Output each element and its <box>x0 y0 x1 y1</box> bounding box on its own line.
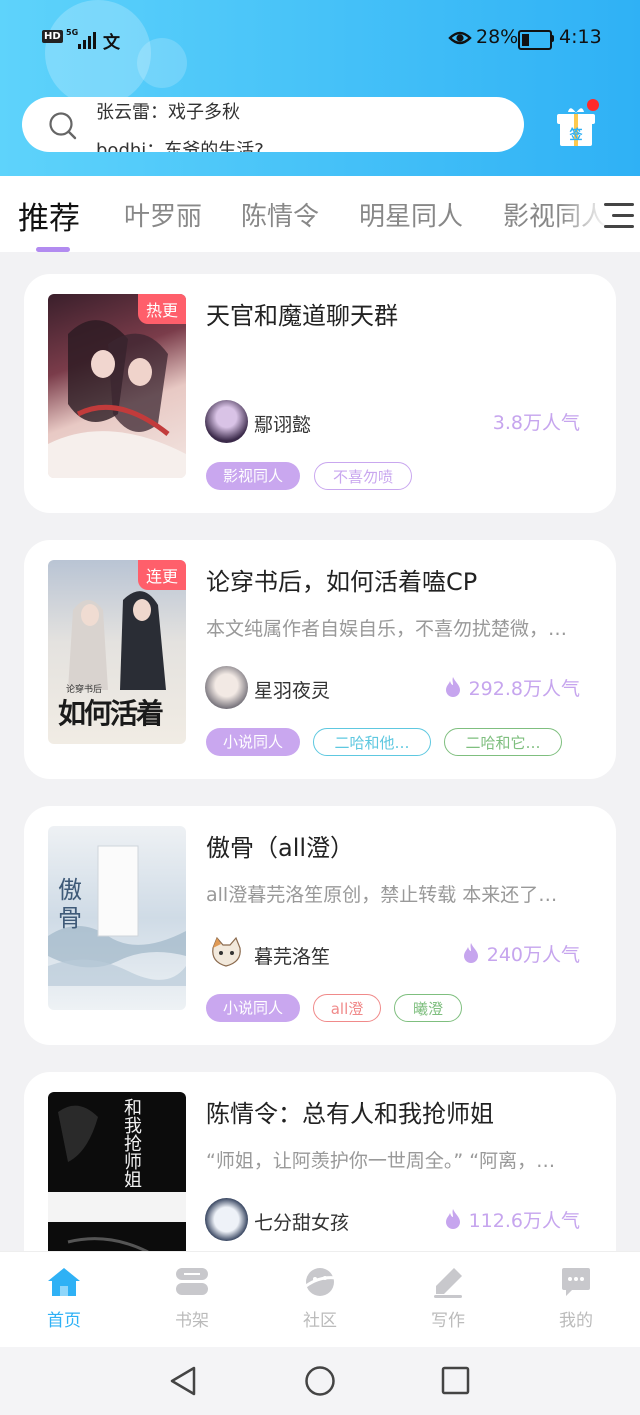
network-type: 5G <box>66 28 79 37</box>
popularity: 240万人气 <box>463 940 580 967</box>
book-title[interactable]: 天官和魔道聊天群 <box>206 296 398 331</box>
bottom-nav: 首页 书架 社区 写作 我的 <box>0 1251 640 1348</box>
tag[interactable]: 二哈和它… <box>444 728 562 756</box>
community-icon <box>305 1268 337 1296</box>
book-description: 本文纯属作者自娱自乐，不喜勿扰楚微，… <box>206 618 568 640</box>
author-avatar[interactable] <box>205 932 248 975</box>
bookshelf-icon <box>176 1268 208 1295</box>
tab-celebrity-fanfic[interactable]: 明星同人 <box>359 196 463 233</box>
book-card[interactable]: 和我抢师姐 陈情令：总有人和我抢师姐 “师姐，让阿羡护你一世周全。” “阿离，…… <box>24 1072 616 1251</box>
cat-avatar-icon <box>212 936 241 967</box>
search-icon <box>49 112 77 140</box>
author-name[interactable]: 七分甜女孩 <box>254 1208 349 1235</box>
book-cover[interactable]: 和我抢师姐 <box>48 1092 186 1251</box>
book-description: “师姐，让阿羡护你一世周全。” “阿离，… <box>206 1150 556 1172</box>
update-badge: 热更 <box>137 294 186 324</box>
popularity: 292.8万人气 <box>445 674 580 701</box>
eye-comfort-icon <box>448 31 472 45</box>
tag[interactable]: all澄 <box>313 994 381 1022</box>
battery-cap <box>551 35 554 42</box>
popularity: 3.8万人气 <box>493 408 580 435</box>
author-avatar[interactable] <box>205 666 248 709</box>
search-bar[interactable]: 张云雷：戏子多秋 bodhi：东爷的生活? <box>22 97 524 152</box>
nav-profile[interactable]: 我的 <box>536 1266 616 1331</box>
system-nav-bar <box>0 1347 640 1415</box>
battery-percent: 28% <box>476 26 519 48</box>
book-title[interactable]: 陈情令：总有人和我抢师姐 <box>206 1094 494 1129</box>
nav-label: 我的 <box>559 1311 593 1331</box>
clock: 4:13 <box>559 26 602 48</box>
battery-icon <box>518 30 552 50</box>
home-icon <box>48 1268 80 1296</box>
recents-icon[interactable] <box>441 1366 471 1396</box>
popularity-value: 240万人气 <box>486 944 580 966</box>
app-header: HD 5G 文 28% 4:13 张云雷：戏子多秋 bodhi：东爷的生活? 签 <box>0 0 640 176</box>
book-cover[interactable]: 傲骨 <box>48 826 186 1010</box>
tag[interactable]: 二哈和他… <box>313 728 431 756</box>
write-icon <box>434 1268 462 1298</box>
book-description: all澄暮芫洛笙原创，禁止转载 本来还了… <box>206 884 558 906</box>
author-name[interactable]: 鄢诩懿 <box>254 410 311 437</box>
search-hint-next: bodhi：东爷的生活? <box>96 140 264 152</box>
profile-icon <box>562 1268 590 1296</box>
nav-label: 写作 <box>431 1311 465 1331</box>
nav-label: 社区 <box>303 1311 337 1331</box>
cover-title-art: 如何活着 <box>58 697 164 730</box>
popularity: 112.6万人气 <box>445 1206 580 1233</box>
nav-community[interactable]: 社区 <box>280 1266 360 1331</box>
nav-label: 书架 <box>175 1311 209 1331</box>
cover-title-art: 傲骨 <box>58 876 82 932</box>
author-avatar[interactable] <box>205 400 248 443</box>
category-tabs: 推荐 叶罗丽 陈情令 明星同人 影视同人 <box>0 176 640 252</box>
book-card[interactable]: 论穿书后 如何活着 连更 论穿书后，如何活着嗑CP 本文纯属作者自娱自乐，不喜勿… <box>24 540 616 779</box>
back-icon[interactable] <box>168 1365 198 1397</box>
tag[interactable]: 不喜勿喷 <box>314 462 412 490</box>
cover-illustration <box>48 1105 186 1251</box>
author-name[interactable]: 暮芫洛笙 <box>254 942 330 969</box>
tag[interactable]: 曦澄 <box>394 994 462 1022</box>
home-circle-icon[interactable] <box>304 1365 336 1397</box>
book-card[interactable]: 热更 天官和魔道聊天群 鄢诩懿 3.8万人气 影视同人 不喜勿喷 <box>24 274 616 513</box>
tabs-menu-icon[interactable] <box>604 203 634 236</box>
book-title[interactable]: 论穿书后，如何活着嗑CP <box>206 562 477 597</box>
popularity-value: 3.8万人气 <box>492 412 580 434</box>
tag[interactable]: 小说同人 <box>206 994 300 1022</box>
search-hint-ticker: 张云雷：戏子多秋 bodhi：东爷的生活? <box>96 97 264 152</box>
nav-write[interactable]: 写作 <box>408 1266 488 1331</box>
popularity-value: 292.8万人气 <box>468 678 580 700</box>
book-cover[interactable]: 论穿书后 如何活着 连更 <box>48 560 186 744</box>
hd-badge: HD <box>42 30 63 43</box>
book-title[interactable]: 傲骨（all澄） <box>206 828 354 863</box>
tab-yeluoli[interactable]: 叶罗丽 <box>124 196 202 233</box>
flame-icon <box>445 1209 460 1229</box>
author-avatar[interactable] <box>205 1198 248 1241</box>
tab-recommend[interactable]: 推荐 <box>18 193 80 238</box>
author-name[interactable]: 星羽夜灵 <box>254 676 330 703</box>
flame-icon <box>463 943 478 963</box>
book-cover[interactable]: 热更 <box>48 294 186 478</box>
book-feed: 热更 天官和魔道聊天群 鄢诩懿 3.8万人气 影视同人 不喜勿喷 论穿书后 如何… <box>0 252 640 1251</box>
popularity-value: 112.6万人气 <box>468 1210 580 1232</box>
checkin-label: 签 <box>569 128 583 143</box>
tag[interactable]: 小说同人 <box>206 728 300 756</box>
wifi-icon: 文 <box>103 33 120 53</box>
search-hint-current: 张云雷：戏子多秋 <box>96 102 240 123</box>
nav-home[interactable]: 首页 <box>24 1266 104 1331</box>
flame-icon <box>445 677 460 697</box>
nav-bookshelf[interactable]: 书架 <box>152 1266 232 1331</box>
update-badge: 连更 <box>137 560 186 590</box>
notification-dot <box>587 99 599 111</box>
status-bar: HD 5G 文 28% 4:13 <box>0 22 640 58</box>
tag[interactable]: 影视同人 <box>206 462 300 490</box>
book-card[interactable]: 傲骨 傲骨（all澄） all澄暮芫洛笙原创，禁止转载 本来还了… 暮芫洛笙 2… <box>24 806 616 1045</box>
cover-title-art: 和我抢师姐 <box>124 1098 142 1191</box>
tab-chenqingling[interactable]: 陈情令 <box>241 196 319 233</box>
nav-label: 首页 <box>47 1311 81 1331</box>
